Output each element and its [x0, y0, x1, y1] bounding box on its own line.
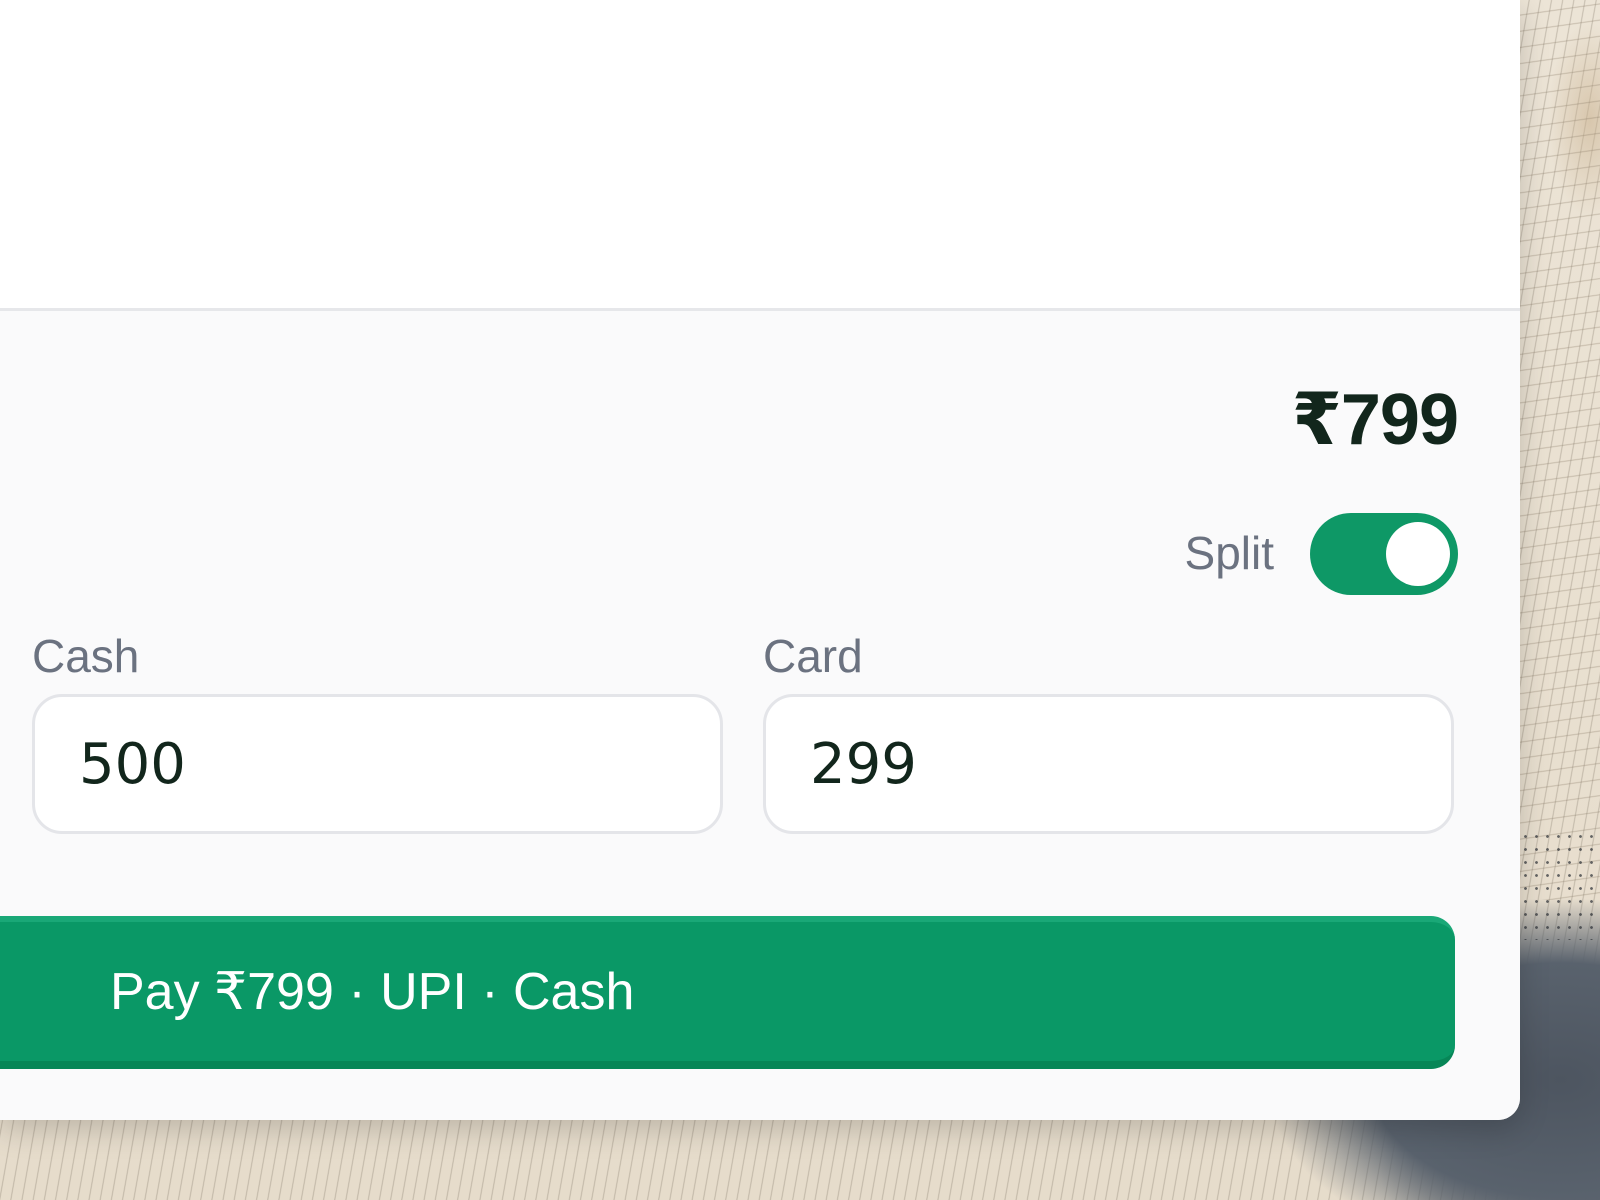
- wallpaper-dots: [1520, 830, 1600, 940]
- card-label: Card: [763, 630, 863, 682]
- split-toggle[interactable]: [1310, 513, 1458, 595]
- checkout-panel: ₹799 Split Cash Card Pay ₹799 · UPI · Ca…: [0, 311, 1520, 1120]
- card-amount-input[interactable]: [763, 694, 1454, 834]
- content-area: [0, 0, 1520, 311]
- wallpaper-texture: [1520, 0, 1600, 900]
- pay-button[interactable]: Pay ₹799 · UPI · Cash: [0, 916, 1455, 1069]
- split-label: Split: [1184, 527, 1274, 579]
- total-amount: ₹799: [1291, 380, 1459, 460]
- cash-label: Cash: [32, 630, 140, 682]
- toggle-knob: [1386, 522, 1450, 586]
- app-window: ₹799 Split Cash Card Pay ₹799 · UPI · Ca…: [0, 0, 1520, 1120]
- cash-amount-input[interactable]: [32, 694, 723, 834]
